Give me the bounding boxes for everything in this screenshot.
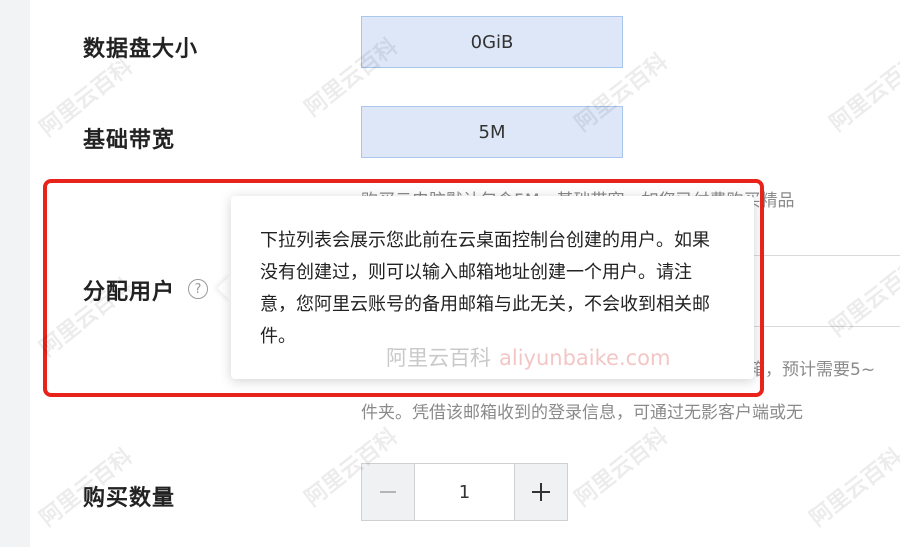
plus-icon — [532, 483, 550, 501]
data-disk-size-text: 0GiB — [470, 31, 514, 53]
quantity-stepper[interactable]: 1 — [361, 463, 568, 521]
base-bandwidth-text: 5M — [478, 121, 506, 143]
highlight-box — [43, 179, 764, 397]
base-bandwidth-value: 5M — [361, 106, 623, 158]
base-bandwidth-label: 基础带宽 — [83, 128, 176, 153]
increment-button[interactable] — [514, 464, 567, 520]
minus-icon — [380, 491, 396, 493]
assign-user-select[interactable] — [748, 255, 900, 327]
data-disk-size-value: 0GiB — [361, 16, 623, 68]
assign-user-desc-line2: 件夹。凭借该邮箱收到的登录信息，可通过无影客户端或无 — [361, 403, 803, 423]
watermark: 阿里云百科 — [825, 49, 900, 137]
data-disk-size-label: 数据盘大小 — [83, 37, 199, 62]
watermark: 阿里云百科 — [805, 444, 900, 532]
page-left-gutter — [0, 0, 30, 547]
watermark: 阿里云百科 — [570, 424, 673, 512]
decrement-button[interactable] — [362, 464, 415, 520]
quantity-label: 购买数量 — [83, 486, 176, 511]
quantity-value[interactable]: 1 — [415, 464, 514, 520]
